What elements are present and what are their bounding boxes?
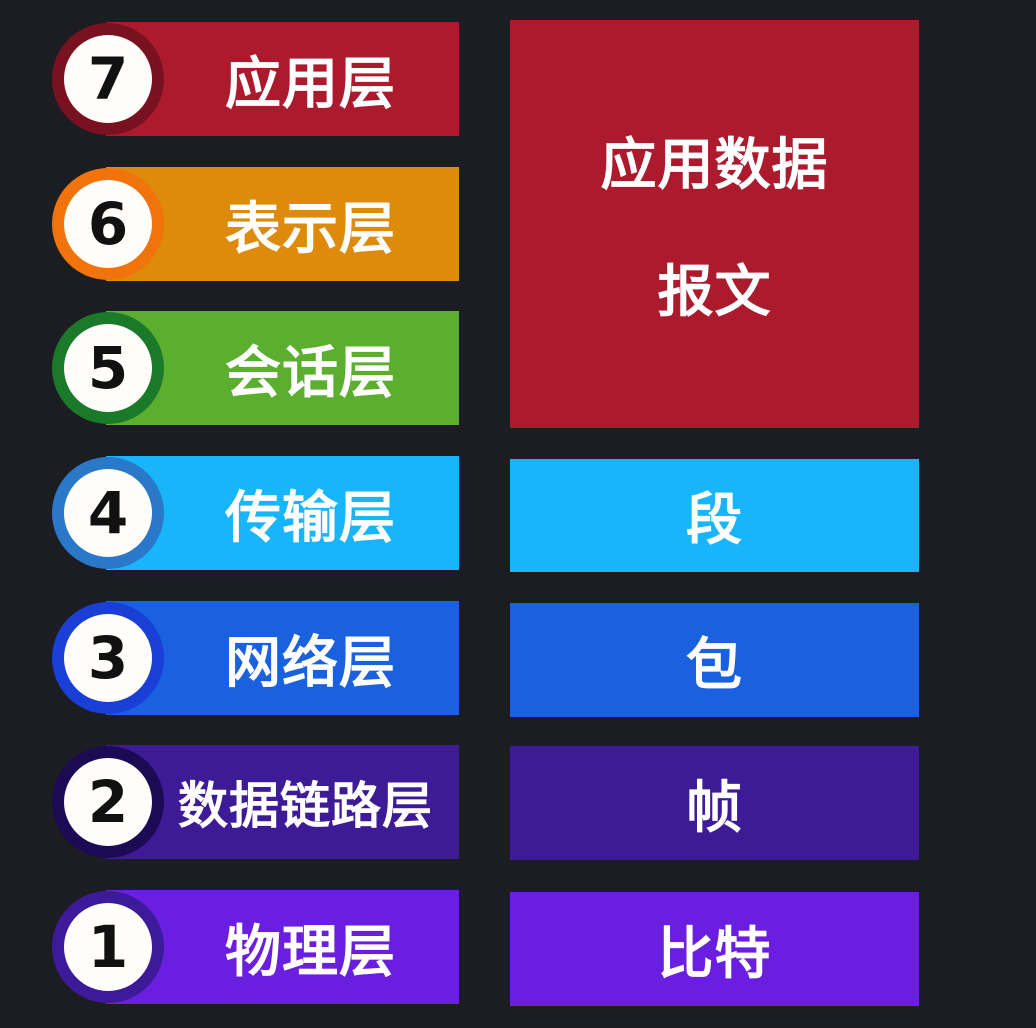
layer-6-bar: 6 表示层 bbox=[52, 167, 459, 281]
layer-5-number-badge: 5 bbox=[52, 312, 164, 424]
layer-2-bar: 2 数据链路层 bbox=[52, 745, 459, 859]
layer-3-label: 网络层 bbox=[225, 630, 396, 696]
layer-4-number: 4 bbox=[64, 469, 152, 557]
pdu-application-data: 应用数据 报文 bbox=[510, 20, 919, 428]
layer-5-label: 会话层 bbox=[225, 340, 396, 406]
pdu-segment: 段 bbox=[510, 459, 919, 572]
layer-3-bar: 3 网络层 bbox=[52, 601, 459, 715]
layer-5-bar: 5 会话层 bbox=[52, 311, 459, 425]
layer-6-number: 6 bbox=[64, 180, 152, 268]
layer-1-number: 1 bbox=[64, 903, 152, 991]
layer-1-label: 物理层 bbox=[225, 919, 396, 985]
layer-1-number-badge: 1 bbox=[52, 891, 164, 1003]
layer-1-bar: 1 物理层 bbox=[52, 890, 459, 1004]
layer-7-label: 应用层 bbox=[225, 51, 396, 117]
layer-2-number-badge: 2 bbox=[52, 746, 164, 858]
layer-3-number: 3 bbox=[64, 614, 152, 702]
layer-6-number-badge: 6 bbox=[52, 168, 164, 280]
layer-4-label: 传输层 bbox=[225, 485, 396, 551]
layer-2-label: 数据链路层 bbox=[178, 777, 433, 835]
pdu-frame: 帧 bbox=[510, 746, 919, 860]
layer-6-label: 表示层 bbox=[225, 196, 396, 262]
pdu-bit-label: 比特 bbox=[657, 921, 772, 987]
pdu-packet: 包 bbox=[510, 603, 919, 717]
pdu-packet-label: 包 bbox=[686, 632, 743, 698]
layer-4-bar: 4 传输层 bbox=[52, 456, 459, 570]
layer-2-number: 2 bbox=[64, 758, 152, 846]
layer-7-number-badge: 7 bbox=[52, 23, 164, 135]
pdu-frame-label: 帧 bbox=[686, 775, 743, 841]
pdu-application-data-line-1: 应用数据 bbox=[600, 133, 829, 198]
pdu-segment-label: 段 bbox=[686, 488, 743, 553]
layer-5-number: 5 bbox=[64, 324, 152, 412]
layer-7-bar: 7 应用层 bbox=[52, 22, 459, 136]
layer-4-number-badge: 4 bbox=[52, 457, 164, 569]
pdu-application-data-line-2: 报文 bbox=[657, 260, 772, 325]
pdu-bit: 比特 bbox=[510, 892, 919, 1006]
layer-7-number: 7 bbox=[64, 35, 152, 123]
layer-3-number-badge: 3 bbox=[52, 602, 164, 714]
